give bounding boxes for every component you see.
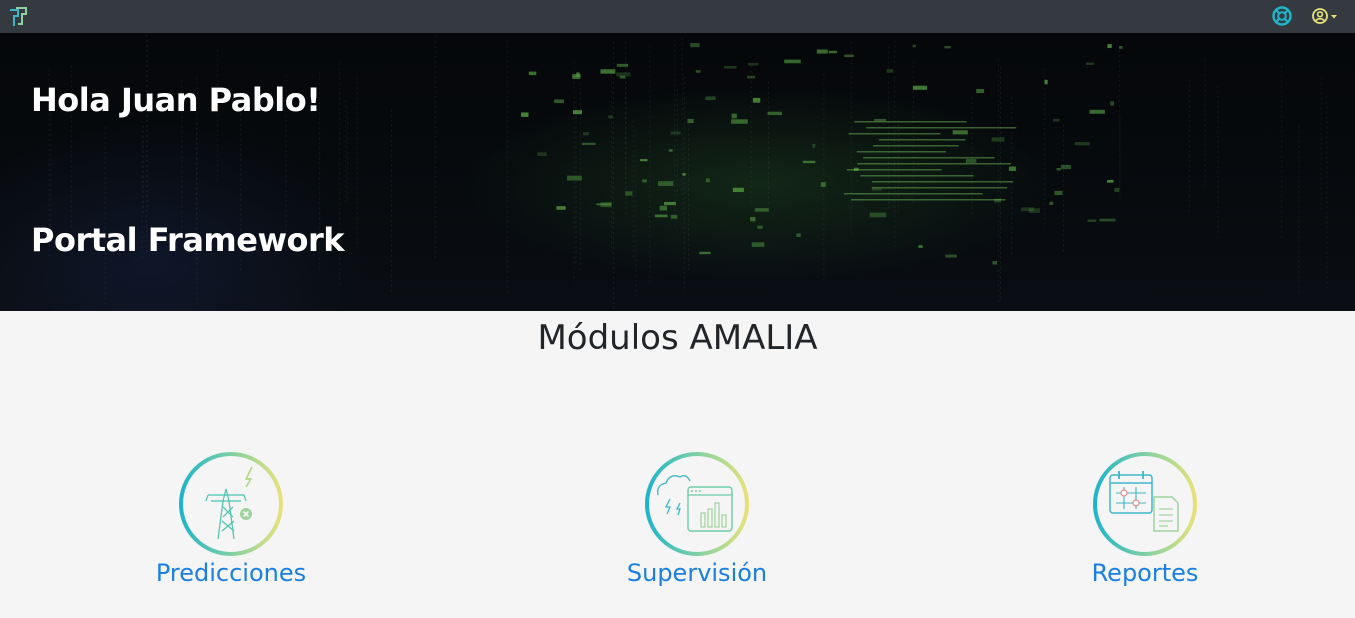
user-menu-button[interactable]: [1310, 6, 1342, 26]
module-label[interactable]: Supervisión: [577, 559, 817, 587]
user-circle-icon: [1312, 8, 1328, 24]
module-label[interactable]: Reportes: [1025, 559, 1265, 587]
monitoring-dashboard-icon[interactable]: [644, 451, 750, 557]
module-label[interactable]: Predicciones: [111, 559, 351, 587]
matrix-background-image: [48, 35, 1328, 310]
module-supervision[interactable]: Supervisión: [577, 451, 817, 587]
hero-banner: Hola Juan Pablo! Portal Framework: [0, 33, 1355, 311]
greeting-heading: Hola Juan Pablo!: [31, 81, 321, 119]
modules-title: Módulos AMALIA: [537, 318, 818, 358]
module-reportes[interactable]: Reportes: [1025, 451, 1265, 587]
calendar-report-icon[interactable]: [1092, 451, 1198, 557]
lifebuoy-icon[interactable]: [1271, 5, 1293, 27]
power-tower-icon[interactable]: [178, 451, 284, 557]
portal-title: Portal Framework: [31, 221, 345, 259]
chevron-down-icon: [1331, 15, 1337, 19]
module-predicciones[interactable]: Predicciones: [111, 451, 351, 587]
top-navbar: [0, 0, 1355, 33]
portal-logo-icon[interactable]: [8, 6, 28, 28]
